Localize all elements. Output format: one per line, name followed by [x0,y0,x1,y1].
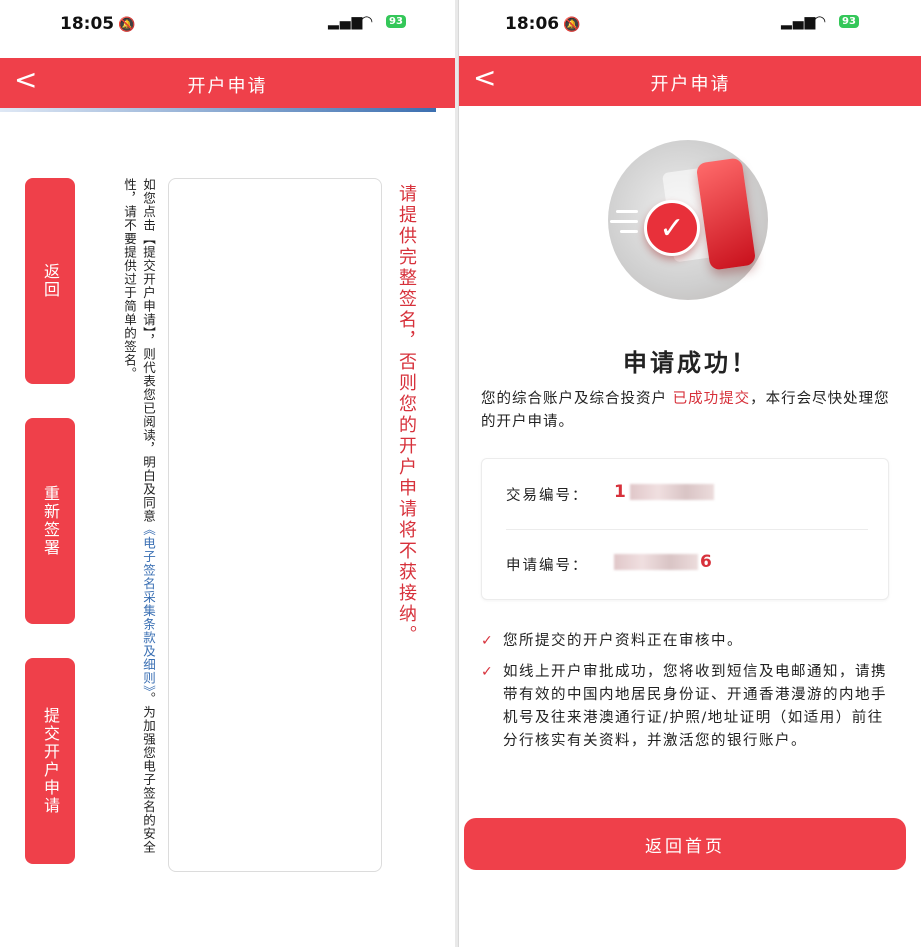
list-item: ✓ 如线上开户审批成功，您将收到短信及电邮通知，请携带有效的中国内地居民身份证、开… [481,661,891,753]
success-title: 申请成功！ [623,349,758,377]
check-icon: ✓ [481,664,495,680]
submit-application-button[interactable]: 提交开户申请 [25,658,75,864]
signature-panel: 返回 重新签署 提交开户申请 如您点击【提交开户申请】，则代表您已阅读，明白及同… [20,178,445,872]
bell-slash-icon: 🔕 [118,17,136,33]
signal-icon: ▂▄▆ [781,14,817,30]
signal-icon: ▂▄▆ [328,14,364,30]
nav-bar: < 开户申请 [459,56,921,106]
success-description: 您的综合账户及综合投资户 已成功提交，本行会尽快处理您的开户申请。 [481,391,890,430]
application-number-label: 申请编号： [506,558,589,574]
signature-pad[interactable] [168,178,382,872]
speed-line [610,220,638,223]
redacted-mask [614,554,698,570]
wifi-icon: ◠ [813,12,827,30]
transaction-number-value: 1 [614,482,714,502]
wifi-icon: ◠ [360,12,374,30]
success-screen: 18:06 🔕 ▂▄▆ ◠ 93 < 开户申请 ✓ 申请成功！ 您的综合账户及综合… [458,0,921,947]
status-bar: 18:05 🔕 ▂▄▆ ◠ 93 [0,0,455,48]
transaction-number-label: 交易编号： [506,488,589,504]
notice-text: 如您点击【提交开户申请】，则代表您已阅读，明白及同意 [141,178,156,523]
resign-button[interactable]: 重新签署 [25,418,75,624]
list-item: ✓ 您所提交的开户资料正在审核中。 [481,630,891,653]
page-title: 开户申请 [187,76,268,97]
signature-notice: 如您点击【提交开户申请】，则代表您已阅读，明白及同意《电子签名采集条款及细则》。… [96,178,158,868]
status-bar: 18:06 🔕 ▂▄▆ ◠ 93 [459,0,921,48]
check-icon: ✓ [481,633,495,649]
notes-list: ✓ 您所提交的开户资料正在审核中。 ✓ 如线上开户审批成功，您将收到短信及电邮通知，… [481,630,891,761]
nav-bar: < 开户申请 [0,58,455,108]
speed-line [620,230,638,233]
speed-line [616,210,638,213]
success-illustration: ✓ [608,140,768,300]
battery-icon: 93 [839,15,859,28]
battery-icon: 93 [386,15,406,28]
redacted-mask [629,484,714,500]
return-button[interactable]: 返回 [25,178,75,384]
status-time: 18:06 🔕 [505,14,581,34]
page-title: 开户申请 [650,74,731,95]
signature-warning: 请提供完整签名，否则您的开户申请将不获接纳。 [396,184,417,646]
application-number-value: 6 [614,552,712,572]
reference-numbers-card: 交易编号： 1 申请编号： 6 [481,458,889,600]
check-icon: ✓ [644,200,700,256]
terms-link[interactable]: 《电子签名采集条款及细则》 [141,523,156,692]
progress-line [0,108,436,112]
return-home-button[interactable]: 返回首页 [464,818,906,870]
signature-screen: 18:05 🔕 ▂▄▆ ◠ 93 < 开户申请 返回 重新签署 提交开户申请 如您… [0,0,455,947]
bell-slash-icon: 🔕 [563,17,581,33]
divider [506,529,868,530]
status-time: 18:05 🔕 [60,14,136,34]
